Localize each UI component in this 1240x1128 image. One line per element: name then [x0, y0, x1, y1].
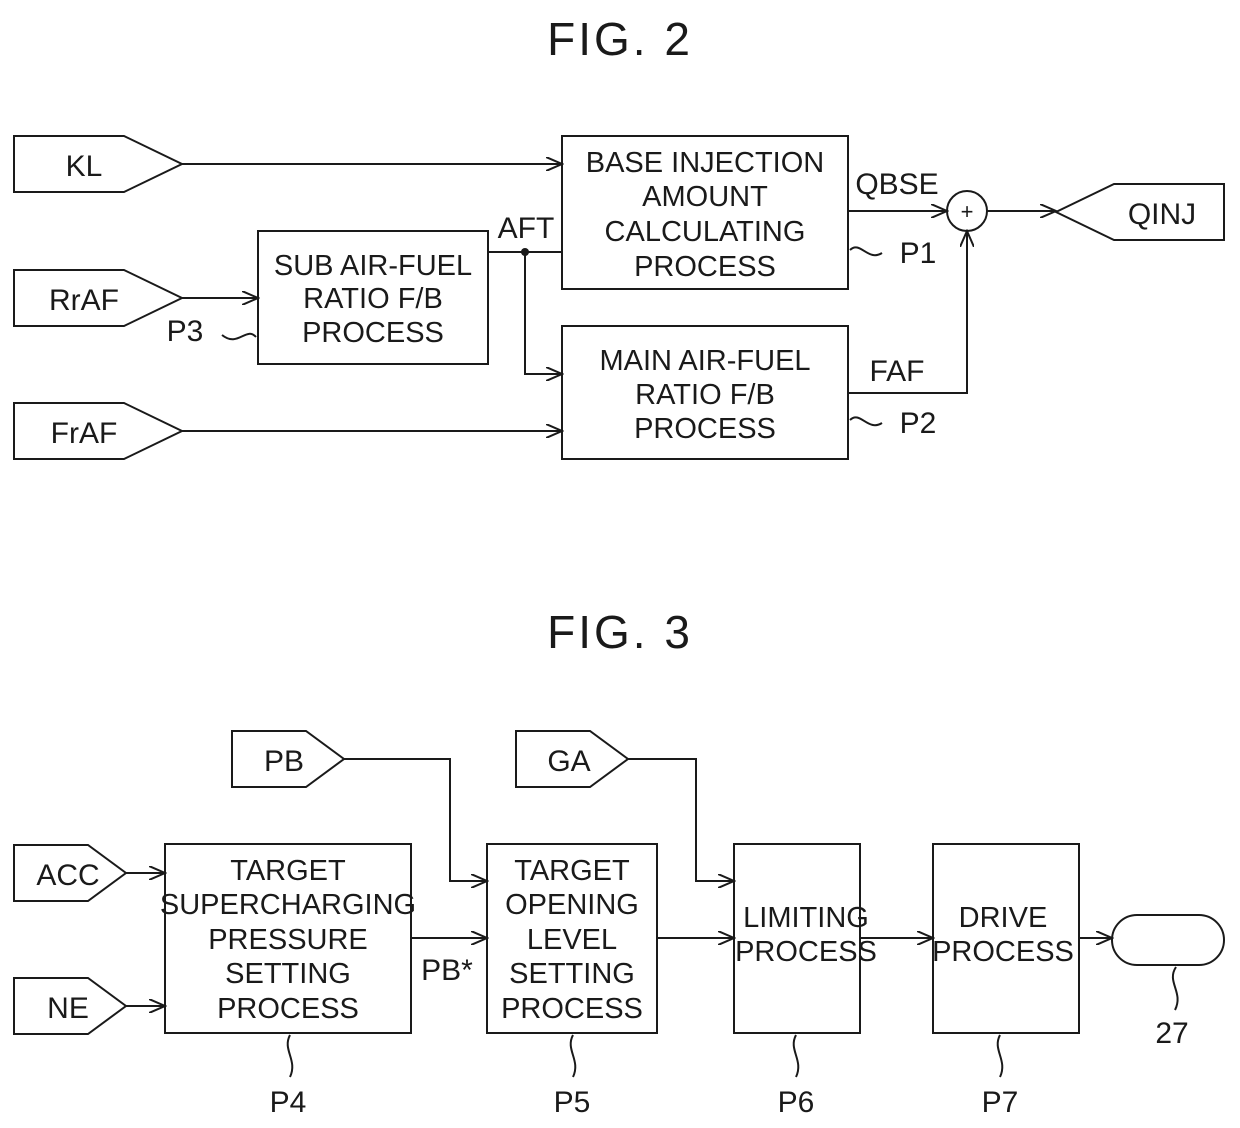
p7-leader [996, 1034, 1004, 1078]
drive-process-block: DRIVE PROCESS [932, 843, 1080, 1034]
actuator-27-leader [1171, 966, 1179, 1011]
p5-block-line-2: OPENING [505, 889, 639, 921]
input-pb-label: PB [264, 745, 304, 778]
input-ne: NE [13, 977, 128, 1035]
p4-block-line-2: SUPERCHARGING [160, 889, 416, 921]
p5-block-line-1: TARGET [514, 855, 630, 887]
ref-p1: P1 [900, 237, 937, 270]
p7-block-line-1: DRIVE [959, 902, 1048, 934]
ref-p6: P6 [778, 1086, 815, 1119]
ref-27: 27 [1155, 1017, 1188, 1050]
p4-block-line-1: TARGET [230, 855, 346, 887]
input-rraf: RrAF [13, 269, 185, 327]
limiting-process-block: LIMITING PROCESS [733, 843, 877, 1034]
signal-pbstar-label: PB* [421, 954, 473, 987]
sub-block-line-1: SUB AIR-FUEL [274, 250, 472, 282]
summer-plus-symbol: + [961, 199, 974, 224]
main-block-line-2: RATIO F/B [635, 379, 775, 411]
input-kl: KL [13, 135, 185, 193]
fig2-title: FIG. 2 [547, 13, 693, 65]
input-acc-label: ACC [36, 859, 99, 892]
p4-block-line-5: PROCESS [217, 993, 359, 1025]
figure-3: FIG. 3 PB GA ACC NE TARGET SUPERCHARGING… [13, 606, 1225, 1119]
actuator-27 [1111, 914, 1225, 966]
aft-junction-dot [521, 248, 529, 256]
sub-block-line-2: RATIO F/B [303, 283, 443, 315]
base-block-line-4: PROCESS [634, 251, 776, 283]
p7-block-line-2: PROCESS [932, 936, 1074, 968]
p2-leader [849, 416, 883, 427]
p5-block-line-5: PROCESS [501, 993, 643, 1025]
base-block-line-1: BASE INJECTION [586, 147, 825, 179]
signal-aft-label: AFT [498, 212, 555, 245]
aft-to-main-arrow [524, 252, 562, 374]
main-air-fuel-ratio-fb-block: MAIN AIR-FUEL RATIO F/B PROCESS [561, 325, 849, 460]
input-ga-label: GA [547, 745, 590, 778]
signal-faf-label: FAF [869, 355, 924, 388]
ref-p2: P2 [900, 407, 937, 440]
p1-leader [849, 246, 883, 257]
output-qinj: QINJ [1053, 183, 1225, 241]
input-acc: ACC [13, 844, 128, 902]
input-rraf-label: RrAF [49, 284, 119, 317]
patent-figures: FIG. 2 KL RrAF FrAF SUB AIR-FUEL RATIO F… [13, 13, 1225, 1119]
ref-p7: P7 [982, 1086, 1019, 1119]
p4-block-line-4: SETTING [225, 958, 351, 990]
ref-p3: P3 [167, 315, 204, 348]
signal-qbse-label: QBSE [855, 168, 938, 201]
input-fraf-label: FrAF [51, 417, 118, 450]
p6-block-line-2: PROCESS [735, 936, 877, 968]
input-ne-label: NE [47, 992, 89, 1025]
input-pb: PB [231, 730, 346, 788]
sub-block-line-3: PROCESS [302, 317, 444, 349]
base-block-line-2: AMOUNT [642, 181, 768, 213]
p4-leader [286, 1034, 294, 1078]
target-opening-level-block: TARGET OPENING LEVEL SETTING PROCESS [486, 843, 658, 1034]
base-block-line-3: CALCULATING [605, 216, 806, 248]
output-qinj-label: QINJ [1128, 198, 1196, 231]
main-block-line-3: PROCESS [634, 413, 776, 445]
input-kl-label: KL [66, 150, 103, 183]
p6-leader [792, 1034, 800, 1078]
figure-2: FIG. 2 KL RrAF FrAF SUB AIR-FUEL RATIO F… [13, 13, 1225, 460]
input-fraf: FrAF [13, 402, 185, 460]
p5-block-line-3: LEVEL [527, 924, 617, 956]
base-injection-amount-block: BASE INJECTION AMOUNT CALCULATING PROCES… [561, 135, 849, 290]
ref-p4: P4 [270, 1086, 307, 1119]
input-ga: GA [515, 730, 630, 788]
p5-block-line-4: SETTING [509, 958, 635, 990]
p3-leader [221, 332, 257, 341]
p5-leader [569, 1034, 577, 1078]
summing-junction: + [946, 190, 988, 232]
p4-block-line-3: PRESSURE [208, 924, 368, 956]
ref-p5: P5 [554, 1086, 591, 1119]
target-supercharging-pressure-block: TARGET SUPERCHARGING PRESSURE SETTING PR… [160, 843, 416, 1034]
p6-block-line-1: LIMITING [743, 902, 869, 934]
sub-air-fuel-ratio-fb-block: SUB AIR-FUEL RATIO F/B PROCESS [257, 230, 489, 365]
fig3-title: FIG. 3 [547, 606, 693, 658]
main-block-line-1: MAIN AIR-FUEL [599, 345, 810, 377]
